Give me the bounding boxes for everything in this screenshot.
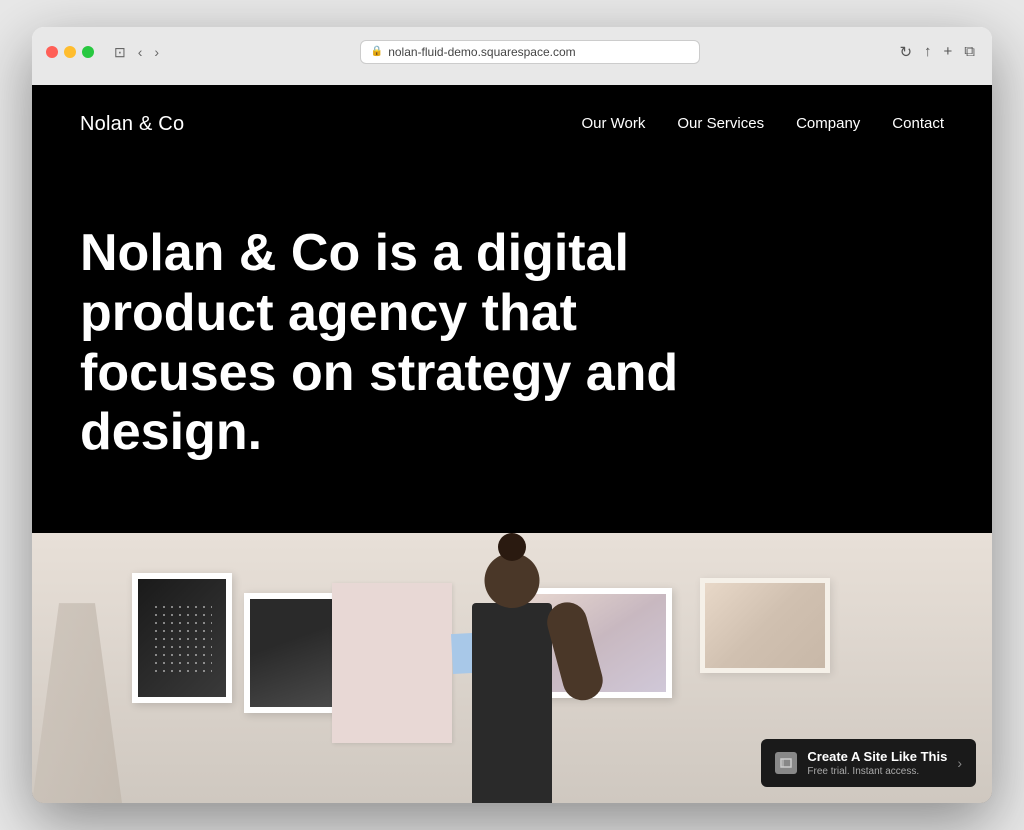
artwork-frame-2 bbox=[244, 593, 339, 713]
browser-controls: ⊡ ‹ › bbox=[110, 43, 163, 61]
address-bar-wrapper: 🔒 nolan-fluid-demo.squarespace.com bbox=[173, 40, 886, 64]
back-btn[interactable]: ‹ bbox=[134, 43, 147, 61]
person-head bbox=[485, 553, 540, 608]
squarespace-badge-text: Create A Site Like This Free trial. Inst… bbox=[807, 749, 947, 777]
address-bar[interactable]: 🔒 nolan-fluid-demo.squarespace.com bbox=[360, 40, 700, 64]
nav-links: Our Work Our Services Company Contact bbox=[581, 115, 944, 133]
person-body bbox=[472, 603, 552, 803]
lock-icon: 🔒 bbox=[371, 46, 383, 57]
nav-link-our-work[interactable]: Our Work bbox=[581, 115, 645, 132]
nav-link-contact[interactable]: Contact bbox=[892, 115, 944, 132]
traffic-light-yellow[interactable] bbox=[64, 46, 76, 58]
traffic-lights bbox=[46, 46, 94, 58]
nav-item-company[interactable]: Company bbox=[796, 115, 860, 133]
site-nav: Nolan & Co Our Work Our Services Company… bbox=[32, 85, 992, 164]
hero-heading: Nolan & Co is a digital product agency t… bbox=[80, 224, 700, 463]
reload-btn[interactable]: ↻ bbox=[896, 41, 915, 63]
tab-view-btn[interactable]: ⧉ bbox=[961, 41, 978, 62]
traffic-light-green[interactable] bbox=[82, 46, 94, 58]
nav-item-our-work[interactable]: Our Work bbox=[581, 115, 645, 133]
browser-action-buttons: ↻ ↑ + ⧉ bbox=[896, 41, 978, 63]
url-text: nolan-fluid-demo.squarespace.com bbox=[388, 45, 575, 59]
add-tab-btn[interactable]: + bbox=[941, 41, 956, 62]
badge-arrow-icon: › bbox=[957, 755, 962, 771]
badge-title: Create A Site Like This bbox=[807, 749, 947, 764]
image-section: Create A Site Like This Free trial. Inst… bbox=[32, 533, 992, 803]
nav-link-company[interactable]: Company bbox=[796, 115, 860, 132]
browser-tabs bbox=[46, 75, 978, 85]
artwork-2-inner bbox=[250, 599, 333, 707]
artwork-1-inner bbox=[138, 579, 226, 697]
forward-btn[interactable]: › bbox=[150, 43, 163, 61]
window-icon-btn[interactable]: ⊡ bbox=[110, 43, 130, 61]
traffic-light-red[interactable] bbox=[46, 46, 58, 58]
artwork-container bbox=[132, 573, 339, 713]
hero-section: Nolan & Co is a digital product agency t… bbox=[32, 164, 992, 533]
pink-paper bbox=[332, 583, 452, 743]
artwork-4-inner bbox=[705, 583, 825, 668]
person-center bbox=[452, 553, 572, 803]
nav-item-our-services[interactable]: Our Services bbox=[677, 115, 764, 133]
site-logo[interactable]: Nolan & Co bbox=[80, 113, 184, 136]
badge-subtitle: Free trial. Instant access. bbox=[807, 766, 947, 777]
squarespace-logo-icon bbox=[775, 752, 797, 774]
nav-link-our-services[interactable]: Our Services bbox=[677, 115, 764, 132]
browser-toolbar: ⊡ ‹ › 🔒 nolan-fluid-demo.squarespace.com… bbox=[46, 37, 978, 67]
artwork-1-pattern bbox=[152, 603, 212, 673]
browser-chrome: ⊡ ‹ › 🔒 nolan-fluid-demo.squarespace.com… bbox=[32, 27, 992, 85]
artwork-frame-4 bbox=[700, 578, 830, 673]
nav-item-contact[interactable]: Contact bbox=[892, 115, 944, 133]
person-hair-bun bbox=[498, 533, 526, 561]
browser-window: ⊡ ‹ › 🔒 nolan-fluid-demo.squarespace.com… bbox=[32, 27, 992, 803]
website: Nolan & Co Our Work Our Services Company… bbox=[32, 85, 992, 803]
artwork-frame-1 bbox=[132, 573, 232, 703]
share-btn[interactable]: ↑ bbox=[921, 41, 935, 62]
squarespace-badge[interactable]: Create A Site Like This Free trial. Inst… bbox=[761, 739, 976, 787]
